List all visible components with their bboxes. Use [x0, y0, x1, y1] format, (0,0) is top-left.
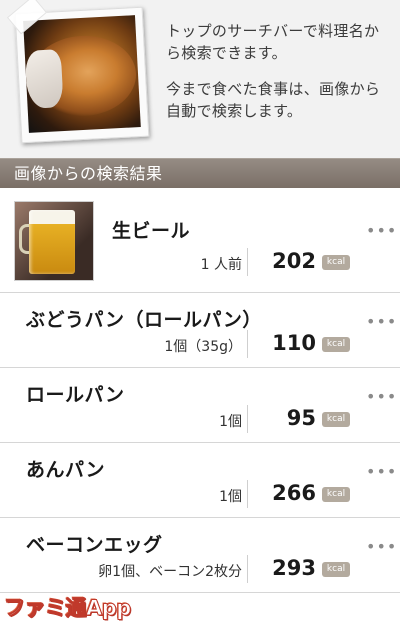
intro-text: トップのサーチバーで料理名から検索できます。 今まで食べた食事は、画像から自動で… — [166, 20, 392, 122]
result-row-0[interactable]: 生ビール 1 人前 202 kcal ••• — [0, 188, 400, 293]
kcal-badge: kcal — [322, 487, 350, 502]
kcal-value: 202 — [272, 249, 316, 273]
intro-line-2: 今まで食べた食事は、画像から自動で検索します。 — [166, 80, 381, 120]
result-row-1[interactable]: ぶどうパン（ロールパン） 1個（35g） 110 kcal ••• — [0, 293, 400, 368]
food-portion: 1個 — [219, 414, 242, 430]
food-portion: 1個 — [219, 489, 242, 505]
kcal-badge: kcal — [322, 412, 350, 427]
food-name: ぶどうパン（ロールパン） — [26, 309, 262, 331]
kcal-badge: kcal — [322, 562, 350, 577]
watermark-logo: ファミ通App — [4, 596, 132, 621]
kcal-badge: kcal — [322, 255, 350, 270]
food-name: 生ビール — [112, 220, 191, 242]
more-dots-icon[interactable]: ••• — [366, 223, 397, 239]
kcal-value: 293 — [272, 556, 316, 580]
more-dots-icon[interactable]: ••• — [366, 539, 397, 555]
food-name: ベーコンエッグ — [26, 534, 163, 556]
kcal-value: 110 — [272, 331, 316, 355]
section-header: 画像からの検索結果 — [0, 158, 400, 188]
food-portion: 1 人前 — [200, 257, 242, 273]
intro-line-1: トップのサーチバーで料理名から検索できます。 — [166, 22, 380, 62]
food-portion: 卵1個、ベーコン2枚分 — [98, 564, 242, 580]
meal-photo-image — [23, 15, 141, 133]
result-row-3[interactable]: あんパン 1個 266 kcal ••• — [0, 443, 400, 518]
food-name: あんパン — [26, 459, 105, 481]
kcal-value: 95 — [286, 406, 316, 430]
last-meal-photo[interactable] — [14, 6, 150, 144]
result-row-2[interactable]: ロールパン 1個 95 kcal ••• — [0, 368, 400, 443]
more-dots-icon[interactable]: ••• — [366, 464, 397, 480]
divider — [247, 405, 248, 433]
food-portion: 1個（35g） — [164, 339, 242, 355]
divider — [247, 248, 248, 276]
food-name: ロールパン — [26, 384, 125, 406]
divider — [247, 555, 248, 583]
more-dots-icon[interactable]: ••• — [366, 314, 397, 330]
kcal-badge: kcal — [322, 337, 350, 352]
results-list: 生ビール 1 人前 202 kcal ••• ぶどうパン（ロールパン） 1個（3… — [0, 188, 400, 593]
kcal-value: 266 — [272, 481, 316, 505]
divider — [247, 330, 248, 358]
beer-thumbnail — [14, 201, 94, 281]
result-row-4[interactable]: ベーコンエッグ 卵1個、ベーコン2枚分 293 kcal ••• — [0, 518, 400, 593]
intro-panel: トップのサーチバーで料理名から検索できます。 今まで食べた食事は、画像から自動で… — [0, 0, 400, 158]
divider — [247, 480, 248, 508]
more-dots-icon[interactable]: ••• — [366, 389, 397, 405]
